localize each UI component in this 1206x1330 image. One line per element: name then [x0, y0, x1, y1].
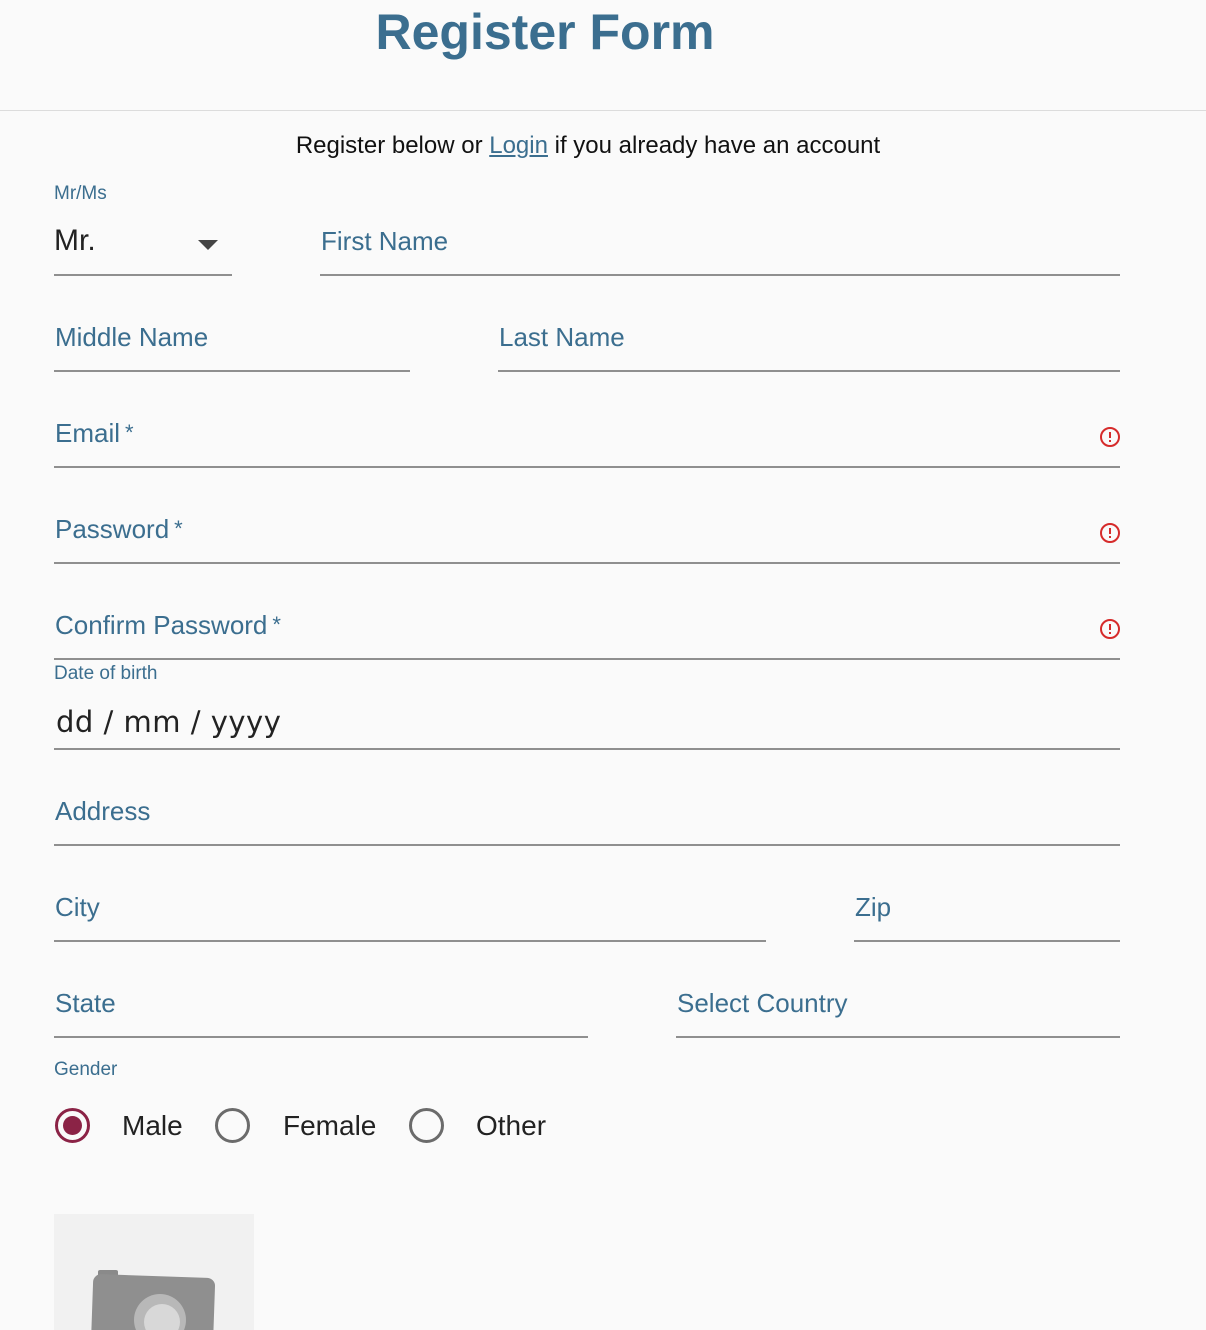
salutation-underline: [54, 274, 232, 276]
confirm-password-underline: [54, 658, 1120, 660]
password-underline: [54, 562, 1120, 564]
photo-upload[interactable]: [54, 1214, 254, 1330]
confirm-password-field[interactable]: Confirm Password *: [54, 610, 1120, 660]
gender-radio-other[interactable]: [409, 1108, 444, 1143]
intro-text-after: if you already have an account: [547, 132, 881, 159]
intro-text: Register below or Login if you already h…: [0, 131, 1176, 161]
state-field[interactable]: State: [54, 988, 588, 1038]
address-label: Address: [55, 796, 151, 826]
error-icon: [1100, 523, 1120, 543]
dob-label: Date of birth: [54, 663, 158, 684]
email-underline: [54, 466, 1120, 468]
error-icon: [1100, 427, 1120, 447]
middle-name-label: Middle Name: [55, 322, 209, 352]
intro-text-before: Register below or: [295, 132, 490, 159]
gender-radio-male[interactable]: [55, 1108, 90, 1143]
address-underline: [54, 844, 1120, 846]
first-name-underline: [320, 274, 1120, 276]
error-icon: [1100, 619, 1120, 639]
country-label: Select Country: [677, 988, 848, 1018]
camera-icon: [90, 1270, 216, 1330]
confirm-password-label: Confirm Password *: [55, 610, 281, 640]
dob-underline: [54, 748, 1120, 750]
zip-label: Zip: [855, 892, 892, 922]
last-name-field[interactable]: Last Name: [498, 322, 1120, 372]
password-label-text: Password: [55, 514, 170, 544]
zip-field[interactable]: Zip: [854, 892, 1120, 942]
login-link[interactable]: Login: [489, 132, 548, 159]
first-name-field[interactable]: First Name: [320, 226, 1120, 276]
email-required-mark: *: [125, 420, 134, 445]
last-name-label: Last Name: [499, 322, 625, 352]
confirm-password-required-mark: *: [272, 612, 281, 637]
password-required-mark: *: [174, 516, 183, 541]
middle-name-underline: [54, 370, 410, 372]
dob-input[interactable]: dd / mm / yyyy: [54, 702, 1120, 750]
country-underline: [676, 1036, 1120, 1038]
address-field[interactable]: Address: [54, 796, 1120, 846]
page-title: Register Form: [375, 4, 715, 60]
middle-name-field[interactable]: Middle Name: [54, 322, 410, 372]
state-underline: [54, 1036, 588, 1038]
city-field[interactable]: City: [54, 892, 766, 942]
gender-option-label: Female: [283, 1110, 377, 1141]
chevron-down-icon: [198, 240, 218, 250]
gender-radio-female[interactable]: [215, 1108, 250, 1143]
salutation-label: Mr/Ms: [54, 183, 107, 204]
country-select[interactable]: Select Country: [676, 988, 1120, 1038]
salutation-select[interactable]: Mr.: [54, 222, 232, 276]
header-divider: [0, 110, 1206, 111]
email-label-text: Email: [55, 418, 121, 448]
zip-underline: [854, 940, 1120, 942]
state-label: State: [55, 988, 116, 1018]
email-field[interactable]: Email *: [54, 418, 1120, 468]
gender-label: Gender: [54, 1059, 118, 1080]
password-label: Password *: [55, 514, 183, 544]
email-label: Email *: [55, 418, 134, 448]
city-label: City: [55, 892, 100, 922]
last-name-underline: [498, 370, 1120, 372]
city-underline: [54, 940, 766, 942]
password-field[interactable]: Password *: [54, 514, 1120, 564]
salutation-value: Mr.: [54, 224, 96, 257]
first-name-label: First Name: [321, 226, 449, 256]
gender-option-label: Other: [476, 1110, 547, 1141]
confirm-password-label-text: Confirm Password: [55, 610, 268, 640]
gender-option-label: Male: [122, 1110, 183, 1141]
dob-placeholder: dd / mm / yyyy: [56, 705, 282, 739]
